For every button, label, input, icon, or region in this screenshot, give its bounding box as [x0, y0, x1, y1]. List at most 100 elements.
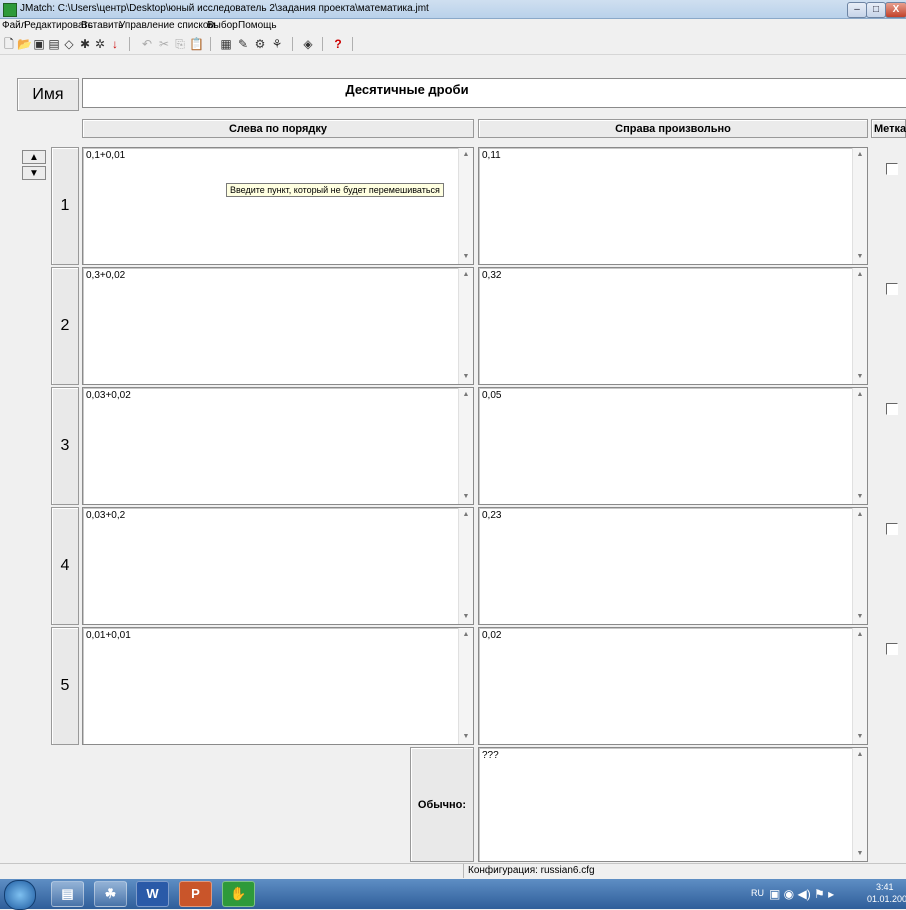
- open-folder-icon[interactable]: 📂: [17, 37, 32, 51]
- scroll-down-icon[interactable]: ▼: [853, 252, 867, 262]
- menu-help[interactable]: Помощь: [238, 20, 277, 31]
- language-indicator[interactable]: RU: [751, 888, 764, 898]
- mark-checkbox[interactable]: [886, 523, 898, 535]
- left-item-text: 0,03+0,2: [86, 510, 126, 521]
- scrollbar[interactable]: ▲ ▼: [458, 388, 473, 504]
- scroll-down-icon[interactable]: ▼: [853, 612, 867, 622]
- menu-insert[interactable]: Вставить: [81, 20, 123, 31]
- arrow-down-icon[interactable]: ↓: [108, 37, 122, 51]
- scroll-up-icon[interactable]: ▲: [459, 270, 473, 280]
- scrollbar[interactable]: ▲ ▼: [458, 268, 473, 384]
- word-icon[interactable]: W: [136, 881, 169, 907]
- default-field[interactable]: ??? ▲ ▼: [478, 747, 868, 862]
- save-as-icon[interactable]: ▤: [47, 37, 61, 51]
- scroll-down-icon[interactable]: ▼: [459, 252, 473, 262]
- scroll-down-icon[interactable]: ▼: [853, 372, 867, 382]
- config-icon[interactable]: ⚙: [253, 37, 267, 51]
- scroll-down-icon[interactable]: ▼: [853, 732, 867, 742]
- scroll-down-icon[interactable]: ▼: [459, 372, 473, 382]
- scrollbar[interactable]: ▲ ▼: [852, 508, 867, 624]
- scroll-down-icon[interactable]: ▼: [459, 612, 473, 622]
- jmatch-app-icon: [3, 3, 17, 17]
- clock-time[interactable]: 3:41: [876, 882, 894, 892]
- start-button[interactable]: [4, 880, 36, 910]
- scrollbar[interactable]: ▲ ▼: [852, 388, 867, 504]
- export-web-icon[interactable]: ✱: [78, 37, 92, 51]
- toolbar-separator: [292, 37, 293, 51]
- minimize-button[interactable]: –: [847, 2, 867, 18]
- scroll-down-icon[interactable]: ▼: [853, 492, 867, 502]
- title-field[interactable]: Десятичные дроби: [82, 78, 906, 108]
- clear-icon[interactable]: ◇: [62, 37, 76, 51]
- scrollbar[interactable]: ▲ ▼: [852, 748, 867, 861]
- network-icon[interactable]: ☘: [94, 881, 127, 907]
- left-item-field[interactable]: 0,3+0,02 ▲ ▼: [82, 267, 474, 385]
- cut-icon[interactable]: ✂: [157, 37, 171, 51]
- scroll-down-icon[interactable]: ▼: [853, 849, 867, 859]
- scroll-up-icon[interactable]: ▲: [853, 750, 867, 760]
- menu-selection[interactable]: Выбор: [207, 20, 238, 31]
- scrollbar[interactable]: ▲ ▼: [458, 508, 473, 624]
- mark-checkbox[interactable]: [886, 283, 898, 295]
- left-item-field[interactable]: 0,03+0,02 ▲ ▼: [82, 387, 474, 505]
- save-icon[interactable]: ▣: [32, 37, 46, 51]
- scroll-up-button[interactable]: ▲: [22, 150, 46, 164]
- scroll-up-icon[interactable]: ▲: [853, 630, 867, 640]
- clock-date[interactable]: 01.01.2004: [867, 894, 906, 904]
- undo-icon[interactable]: ↶: [140, 37, 154, 51]
- right-item-field[interactable]: 0,02 ▲ ▼: [478, 627, 868, 745]
- scrollbar[interactable]: ▲ ▼: [458, 148, 473, 264]
- menu-bar: Файл Редактировать Вставить Управление с…: [0, 19, 906, 33]
- scroll-down-button[interactable]: ▼: [22, 166, 46, 180]
- tool-icon[interactable]: ◈: [301, 37, 315, 51]
- mark-checkbox[interactable]: [886, 163, 898, 175]
- scrollbar[interactable]: ▲ ▼: [852, 628, 867, 744]
- right-item-field[interactable]: 0,32 ▲ ▼: [478, 267, 868, 385]
- scroll-up-icon[interactable]: ▲: [853, 390, 867, 400]
- add-row-icon[interactable]: ▦: [219, 37, 233, 51]
- help-icon[interactable]: ?: [331, 37, 345, 51]
- export-web2-icon[interactable]: ✲: [93, 37, 107, 51]
- paste-icon[interactable]: 📋: [189, 37, 204, 51]
- new-file-icon[interactable]: 🗋: [2, 37, 16, 51]
- powerpoint-icon[interactable]: P: [179, 881, 212, 907]
- toolbar: 🗋 📂 ▣ ▤ ◇ ✱ ✲ ↓ ↶ ✂ ⎘ 📋 ▦ ✎ ⚙ ⚘ ◈ ?: [0, 34, 906, 55]
- scroll-up-icon[interactable]: ▲: [853, 270, 867, 280]
- scroll-up-icon[interactable]: ▲: [853, 510, 867, 520]
- maximize-button[interactable]: □: [866, 2, 886, 18]
- scrollbar[interactable]: ▲ ▼: [852, 268, 867, 384]
- menu-file[interactable]: Файл: [2, 20, 27, 31]
- left-item-text: 0,3+0,02: [86, 270, 126, 281]
- shuffle-icon[interactable]: ⚘: [270, 37, 284, 51]
- tray-icons[interactable]: ▣ ◉ ◀) ⚑ ▸: [769, 887, 834, 901]
- default-label: Обычно:: [410, 747, 474, 862]
- left-item-field[interactable]: 0,1+0,01 ▲ ▼: [82, 147, 474, 265]
- mark-checkbox[interactable]: [886, 643, 898, 655]
- right-item-field[interactable]: 0,23 ▲ ▼: [478, 507, 868, 625]
- scrollbar[interactable]: ▲ ▼: [852, 148, 867, 264]
- scroll-down-icon[interactable]: ▼: [459, 492, 473, 502]
- right-item-text: 0,32: [482, 270, 502, 281]
- scroll-up-icon[interactable]: ▲: [459, 150, 473, 160]
- mark-checkbox[interactable]: [886, 403, 898, 415]
- scroll-up-icon[interactable]: ▲: [853, 150, 867, 160]
- copy-icon[interactable]: ⎘: [173, 37, 187, 51]
- scroll-up-icon[interactable]: ▲: [459, 630, 473, 640]
- status-bar: Конфигурация: russian6.cfg: [0, 863, 906, 879]
- close-button[interactable]: X: [885, 2, 906, 18]
- left-item-text: 0,1+0,01: [86, 150, 126, 161]
- scroll-down-icon[interactable]: ▼: [459, 732, 473, 742]
- explorer-icon[interactable]: ▤: [51, 881, 84, 907]
- jmatch-taskbar-icon[interactable]: ✋: [222, 881, 255, 907]
- scrollbar[interactable]: ▲ ▼: [458, 628, 473, 744]
- right-item-field[interactable]: 0,05 ▲ ▼: [478, 387, 868, 505]
- scroll-up-icon[interactable]: ▲: [459, 390, 473, 400]
- toolbar-separator: [352, 37, 353, 51]
- left-item-field[interactable]: 0,03+0,2 ▲ ▼: [82, 507, 474, 625]
- menu-list-management[interactable]: Управление списком: [119, 20, 215, 31]
- right-item-field[interactable]: 0,11 ▲ ▼: [478, 147, 868, 265]
- insert-icon[interactable]: ✎: [236, 37, 250, 51]
- left-item-field[interactable]: 0,01+0,01 ▲ ▼: [82, 627, 474, 745]
- scroll-up-icon[interactable]: ▲: [459, 510, 473, 520]
- right-item-text: 0,02: [482, 630, 502, 641]
